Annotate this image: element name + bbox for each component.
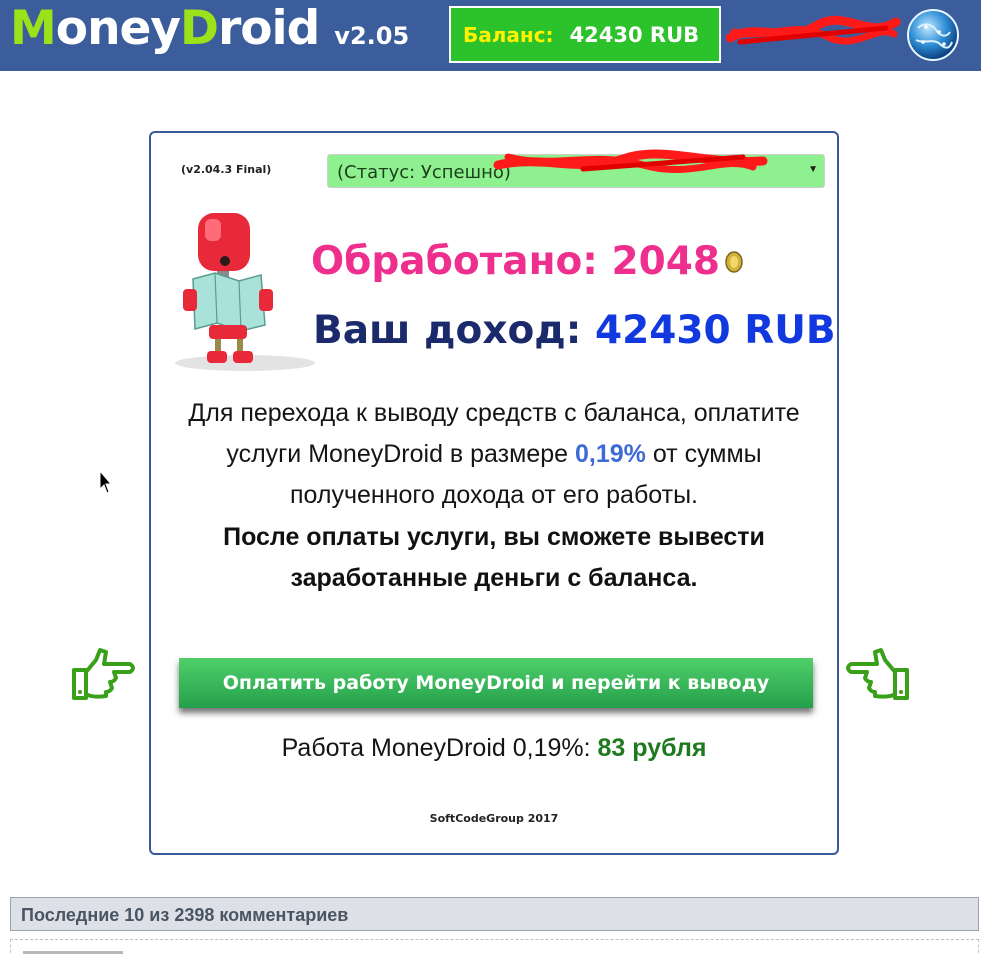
fee-line: Работа MoneyDroid 0,19%: 83 рубля <box>281 734 707 762</box>
pointing-hand-right-icon <box>72 648 135 700</box>
globe-icon[interactable] <box>906 8 960 62</box>
info-text: Для перехода к выводу средств с баланса,… <box>188 399 800 509</box>
mouse-cursor-icon <box>99 470 113 494</box>
fee-percent: 0,19% <box>574 440 646 468</box>
chevron-down-icon: ▼ <box>808 164 818 175</box>
balance-box: Баланс: 42430 RUB <box>449 6 721 63</box>
top-header: MoneyDroid v2.05 Баланс: 42430 RUB <box>0 0 981 71</box>
redaction-scribble <box>726 15 901 45</box>
app-version: v2.05 <box>334 22 410 50</box>
status-redaction-scribble <box>493 149 768 174</box>
info-bold-text: После оплаты услуги, вы сможете вывести … <box>223 523 765 592</box>
balance-value: 42430 RUB <box>569 22 700 47</box>
fee-amount: 83 рубля <box>597 734 707 762</box>
logo-text: MoneyDroid <box>10 1 320 56</box>
pay-and-withdraw-button[interactable]: Оплатить работу MoneyDroid и перейти к в… <box>179 658 813 744</box>
robot-mascot <box>175 213 315 371</box>
main-card: (v2.04.3 Final) (Статус: Успешно) ▼ Обра… <box>149 131 839 855</box>
comments-list <box>10 939 979 954</box>
comments-title: Последние 10 из 2398 комментариев <box>21 905 349 925</box>
pointing-hand-left-icon <box>846 648 909 700</box>
balance-label: Баланс: <box>463 22 554 47</box>
credits: SoftCodeGroup 2017 <box>429 812 559 825</box>
comments-header: Последние 10 из 2398 комментариев <box>10 897 979 931</box>
income-line: Ваш доход: 42430 RUB <box>313 308 836 353</box>
build-version-label: (v2.04.3 Final) <box>181 163 272 176</box>
logo[interactable]: MoneyDroid v2.05 <box>10 0 409 60</box>
income-value: 42430 RUB <box>594 308 836 353</box>
coin-icon <box>725 251 743 273</box>
processed-count: Обработано: 2048 <box>311 239 721 284</box>
